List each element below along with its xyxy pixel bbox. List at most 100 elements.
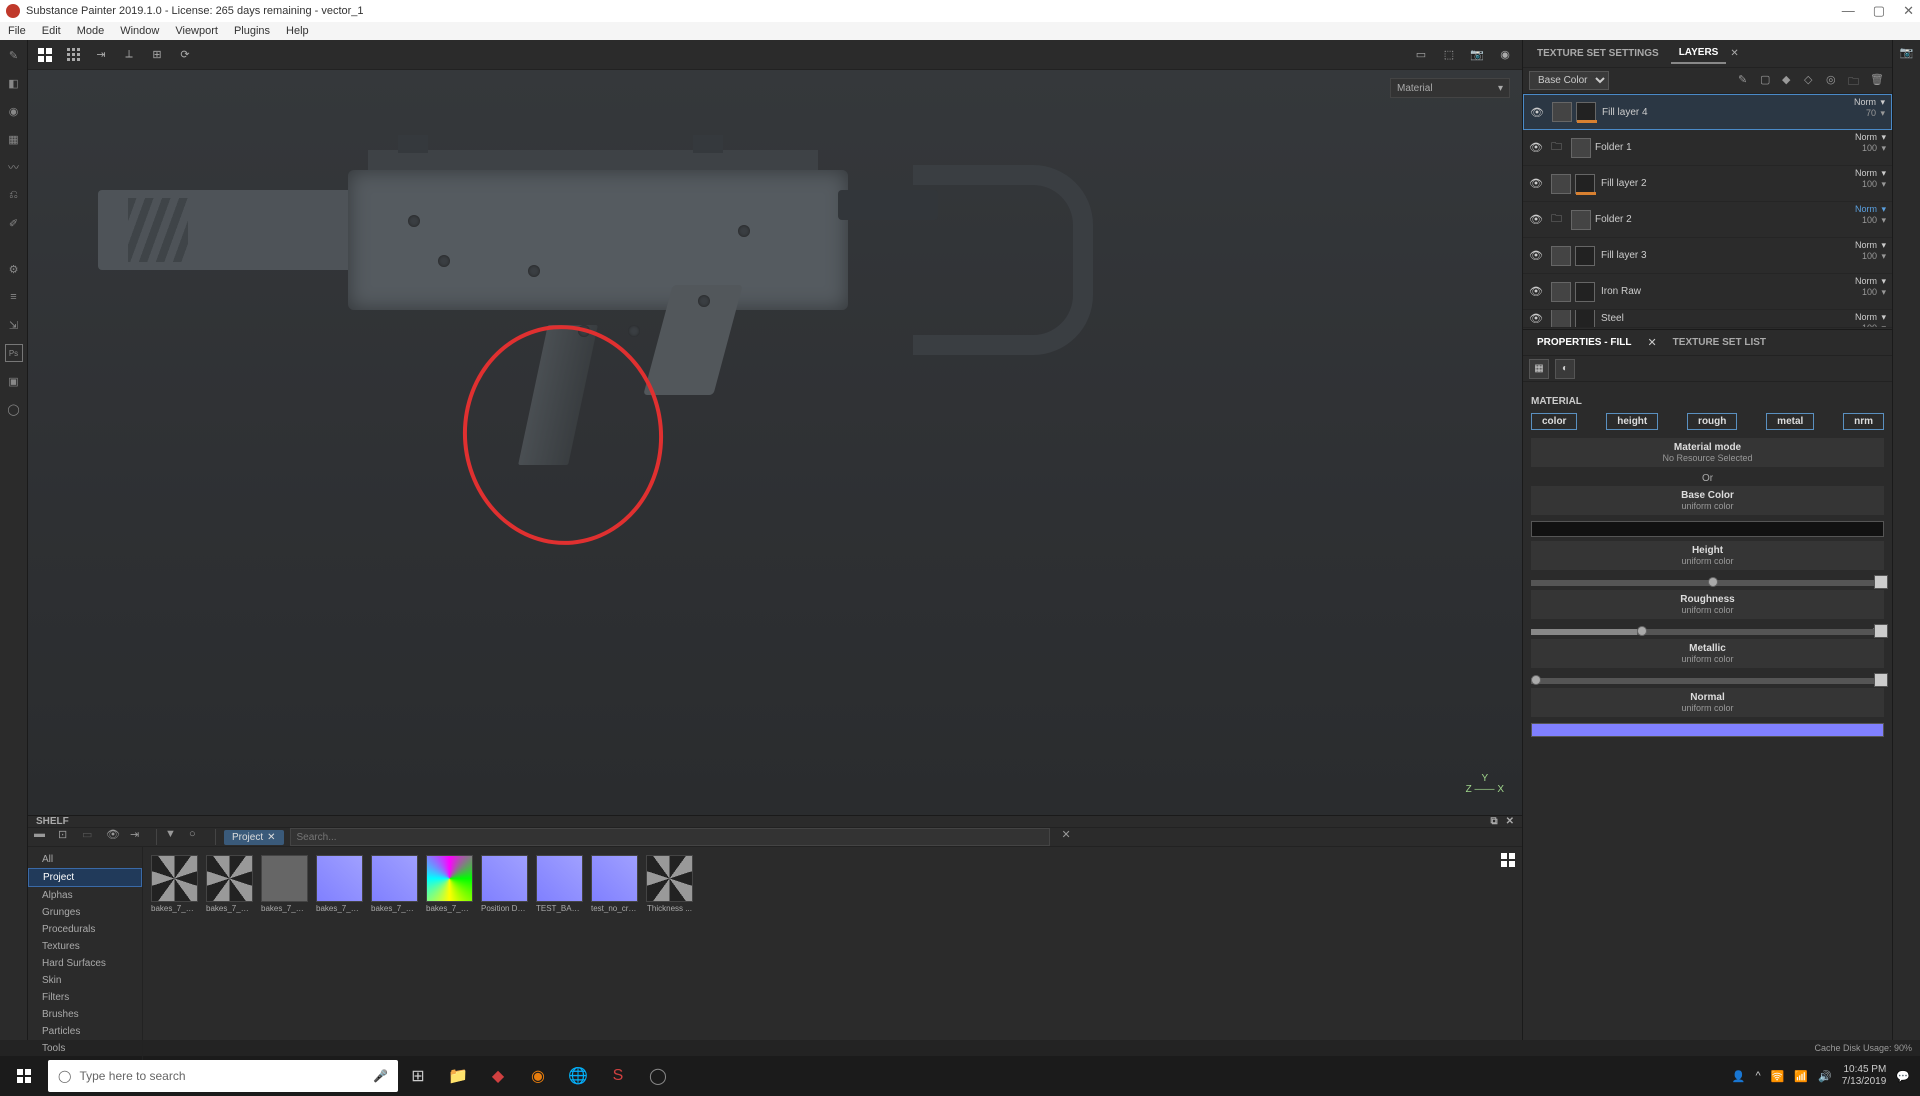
layer-row[interactable]: 👁Iron RawNorm ▾100 ▾ <box>1523 274 1892 310</box>
layer-row[interactable]: 👁Fill layer 2Norm ▾100 ▾ <box>1523 166 1892 202</box>
add-effect-icon[interactable]: ✎ <box>1738 73 1754 89</box>
shelf-thumb[interactable]: bakes_7_13_... <box>426 855 473 913</box>
material-dropdown[interactable]: Material ▾ <box>1390 78 1510 98</box>
shelf-thumb[interactable]: bakes_7_13_... <box>371 855 418 913</box>
tray-network-icon[interactable]: 🛜 <box>1771 1070 1785 1083</box>
shelf-thumb[interactable]: bakes_7_13_... <box>261 855 308 913</box>
symmetry-icon[interactable]: ⇥ <box>92 46 110 64</box>
shelf-close-icon[interactable]: ✕ <box>1506 816 1514 827</box>
resource-icon[interactable]: ◯ <box>5 400 23 418</box>
taskbar-clock[interactable]: 10:45 PM 7/13/2019 <box>1842 1064 1887 1088</box>
channel-metal[interactable]: metal <box>1766 413 1814 430</box>
settings-icon[interactable]: ⚙ <box>5 260 23 278</box>
layer-meta[interactable]: Norm ▾100 ▾ <box>1855 276 1886 298</box>
ps-icon[interactable]: Ps <box>5 344 23 362</box>
shelf-cat-skin[interactable]: Skin <box>28 972 142 989</box>
taskbar-chrome-icon[interactable]: 🌐 <box>558 1056 598 1096</box>
layer-row[interactable]: 👁🗀Folder 1Norm ▾100 ▾ <box>1523 130 1892 166</box>
menu-file[interactable]: File <box>8 25 26 37</box>
shelf-import-icon[interactable]: ⇥ <box>130 828 148 846</box>
channel-rough[interactable]: rough <box>1687 413 1737 430</box>
tab-texture-set-list[interactable]: TEXTURE SET LIST <box>1665 333 1774 352</box>
layer-row[interactable]: 👁🗀Folder 2Norm ▾100 ▾ <box>1523 202 1892 238</box>
layer-meta[interactable]: Norm ▾100 ▾ <box>1855 204 1886 226</box>
height-slider[interactable] <box>1531 580 1884 586</box>
layer-meta[interactable]: Norm ▾100 ▾ <box>1855 168 1886 190</box>
notifications-icon[interactable]: 💬 <box>1896 1070 1910 1083</box>
polygon-fill-icon[interactable]: ▦ <box>5 130 23 148</box>
shelf-cat-brushes[interactable]: Brushes <box>28 1006 142 1023</box>
layer-visibility-icon[interactable]: 👁 <box>1529 177 1545 190</box>
wifi-icon[interactable]: 📶 <box>1794 1070 1808 1083</box>
3d-viewport[interactable]: Material ▾ Y Z —— X <box>28 70 1522 815</box>
shelf-thumb[interactable]: bakes_7_13_... <box>151 855 198 913</box>
shelf-thumb[interactable]: bakes_7_13_... <box>206 855 253 913</box>
shelf-gridview-icon[interactable] <box>1501 853 1515 867</box>
layer-visibility-icon[interactable]: 👁 <box>1529 141 1545 154</box>
shelf-cat-procedurals[interactable]: Procedurals <box>28 921 142 938</box>
shelf-thumb[interactable]: TEST_BAKE_... <box>536 855 583 913</box>
tab-texture-set-settings[interactable]: TEXTURE SET SETTINGS <box>1529 44 1667 63</box>
shelf-search-input[interactable] <box>290 828 1050 846</box>
channel-height[interactable]: height <box>1606 413 1658 430</box>
tray-up-icon[interactable]: ^ <box>1756 1070 1761 1082</box>
prop-fill-icon[interactable]: ▦ <box>1529 359 1549 379</box>
shelf-cat-hard-surfaces[interactable]: Hard Surfaces <box>28 955 142 972</box>
menu-help[interactable]: Help <box>286 25 309 37</box>
add-fill-icon[interactable]: ◇ <box>1804 73 1820 89</box>
volume-icon[interactable]: 🔊 <box>1818 1070 1832 1083</box>
layer-visibility-icon[interactable]: 👁 <box>1529 249 1545 262</box>
refresh-icon[interactable]: ⟳ <box>176 46 194 64</box>
layer-row[interactable]: 👁Fill layer 4Norm ▾70 ▾ <box>1523 94 1892 130</box>
layer-visibility-icon[interactable]: 👁 <box>1530 106 1546 119</box>
close-icon[interactable]: ✕ <box>1903 3 1914 19</box>
shelf-cat-filters[interactable]: Filters <box>28 989 142 1006</box>
shelf-thumb[interactable]: test_no_cre... <box>591 855 638 913</box>
channel-select[interactable]: Base Color <box>1529 71 1609 90</box>
shelf-cat-textures[interactable]: Textures <box>28 938 142 955</box>
shelf-cat-alphas[interactable]: Alphas <box>28 887 142 904</box>
tab-layers[interactable]: LAYERS <box>1671 43 1727 64</box>
layer-row[interactable]: 👁SteelNorm ▾100 ▾ <box>1523 310 1892 328</box>
tab-close-icon[interactable]: ✕ <box>1730 48 1738 59</box>
menu-edit[interactable]: Edit <box>42 25 61 37</box>
shelf-popup-icon[interactable]: ⧉ <box>1490 816 1497 827</box>
layer-visibility-icon[interactable]: 👁 <box>1529 312 1545 325</box>
taskbar-explorer-icon[interactable]: 📁 <box>438 1056 478 1096</box>
projection-tool-icon[interactable]: ◉ <box>5 102 23 120</box>
start-button[interactable] <box>0 1056 48 1096</box>
prop-tab-close-icon[interactable]: ✕ <box>1647 336 1656 349</box>
brush-tool-icon[interactable]: ✎ <box>5 46 23 64</box>
basecolor-swatch[interactable] <box>1531 521 1884 537</box>
shelf-cat-particles[interactable]: Particles <box>28 1023 142 1040</box>
taskbar-substance-icon[interactable]: S <box>598 1056 638 1096</box>
delete-layer-icon[interactable]: 🗑 <box>1870 73 1886 89</box>
shelf-cat-all[interactable]: All <box>28 851 142 868</box>
layer-meta[interactable]: Norm ▾100 ▾ <box>1855 240 1886 262</box>
export-icon[interactable]: ⇲ <box>5 316 23 334</box>
taskbar-blender-icon[interactable]: ◉ <box>518 1056 558 1096</box>
shelf-cat-tools[interactable]: Tools <box>28 1040 142 1057</box>
clone-tool-icon[interactable]: ⎌ <box>5 186 23 204</box>
eraser-tool-icon[interactable]: ◧ <box>5 74 23 92</box>
tab-properties-fill[interactable]: PROPERTIES - FILL <box>1529 333 1639 352</box>
add-folder-icon[interactable]: 🗀 <box>1848 73 1864 89</box>
shelf-thumb[interactable]: Position De... <box>481 855 528 913</box>
add-mask-icon[interactable]: ▢ <box>1760 73 1776 89</box>
hide-mesh-icon[interactable]: ▭ <box>1412 46 1430 64</box>
shelf-search-icon[interactable]: ○ <box>189 828 207 846</box>
shelf-cat-grunges[interactable]: Grunges <box>28 904 142 921</box>
smudge-tool-icon[interactable]: 〰 <box>5 158 23 176</box>
task-view-icon[interactable]: ⊞ <box>398 1056 438 1096</box>
bake-icon[interactable]: ≡ <box>5 288 23 306</box>
menu-mode[interactable]: Mode <box>77 25 105 37</box>
layer-visibility-icon[interactable]: 👁 <box>1529 285 1545 298</box>
metal-slider[interactable] <box>1531 678 1884 684</box>
shelf-filter-icon[interactable]: ▼ <box>165 828 183 846</box>
material-mode-block[interactable]: Material mode No Resource Selected <box>1531 438 1884 467</box>
layer-meta[interactable]: Norm ▾100 ▾ <box>1855 312 1886 328</box>
taskbar-app2-icon[interactable]: ◯ <box>638 1056 678 1096</box>
add-smartmat-icon[interactable]: ◆ <box>1782 73 1798 89</box>
chip-close-icon[interactable]: ✕ <box>267 832 275 843</box>
camera-capture-icon[interactable]: 📷 <box>1900 46 1914 59</box>
